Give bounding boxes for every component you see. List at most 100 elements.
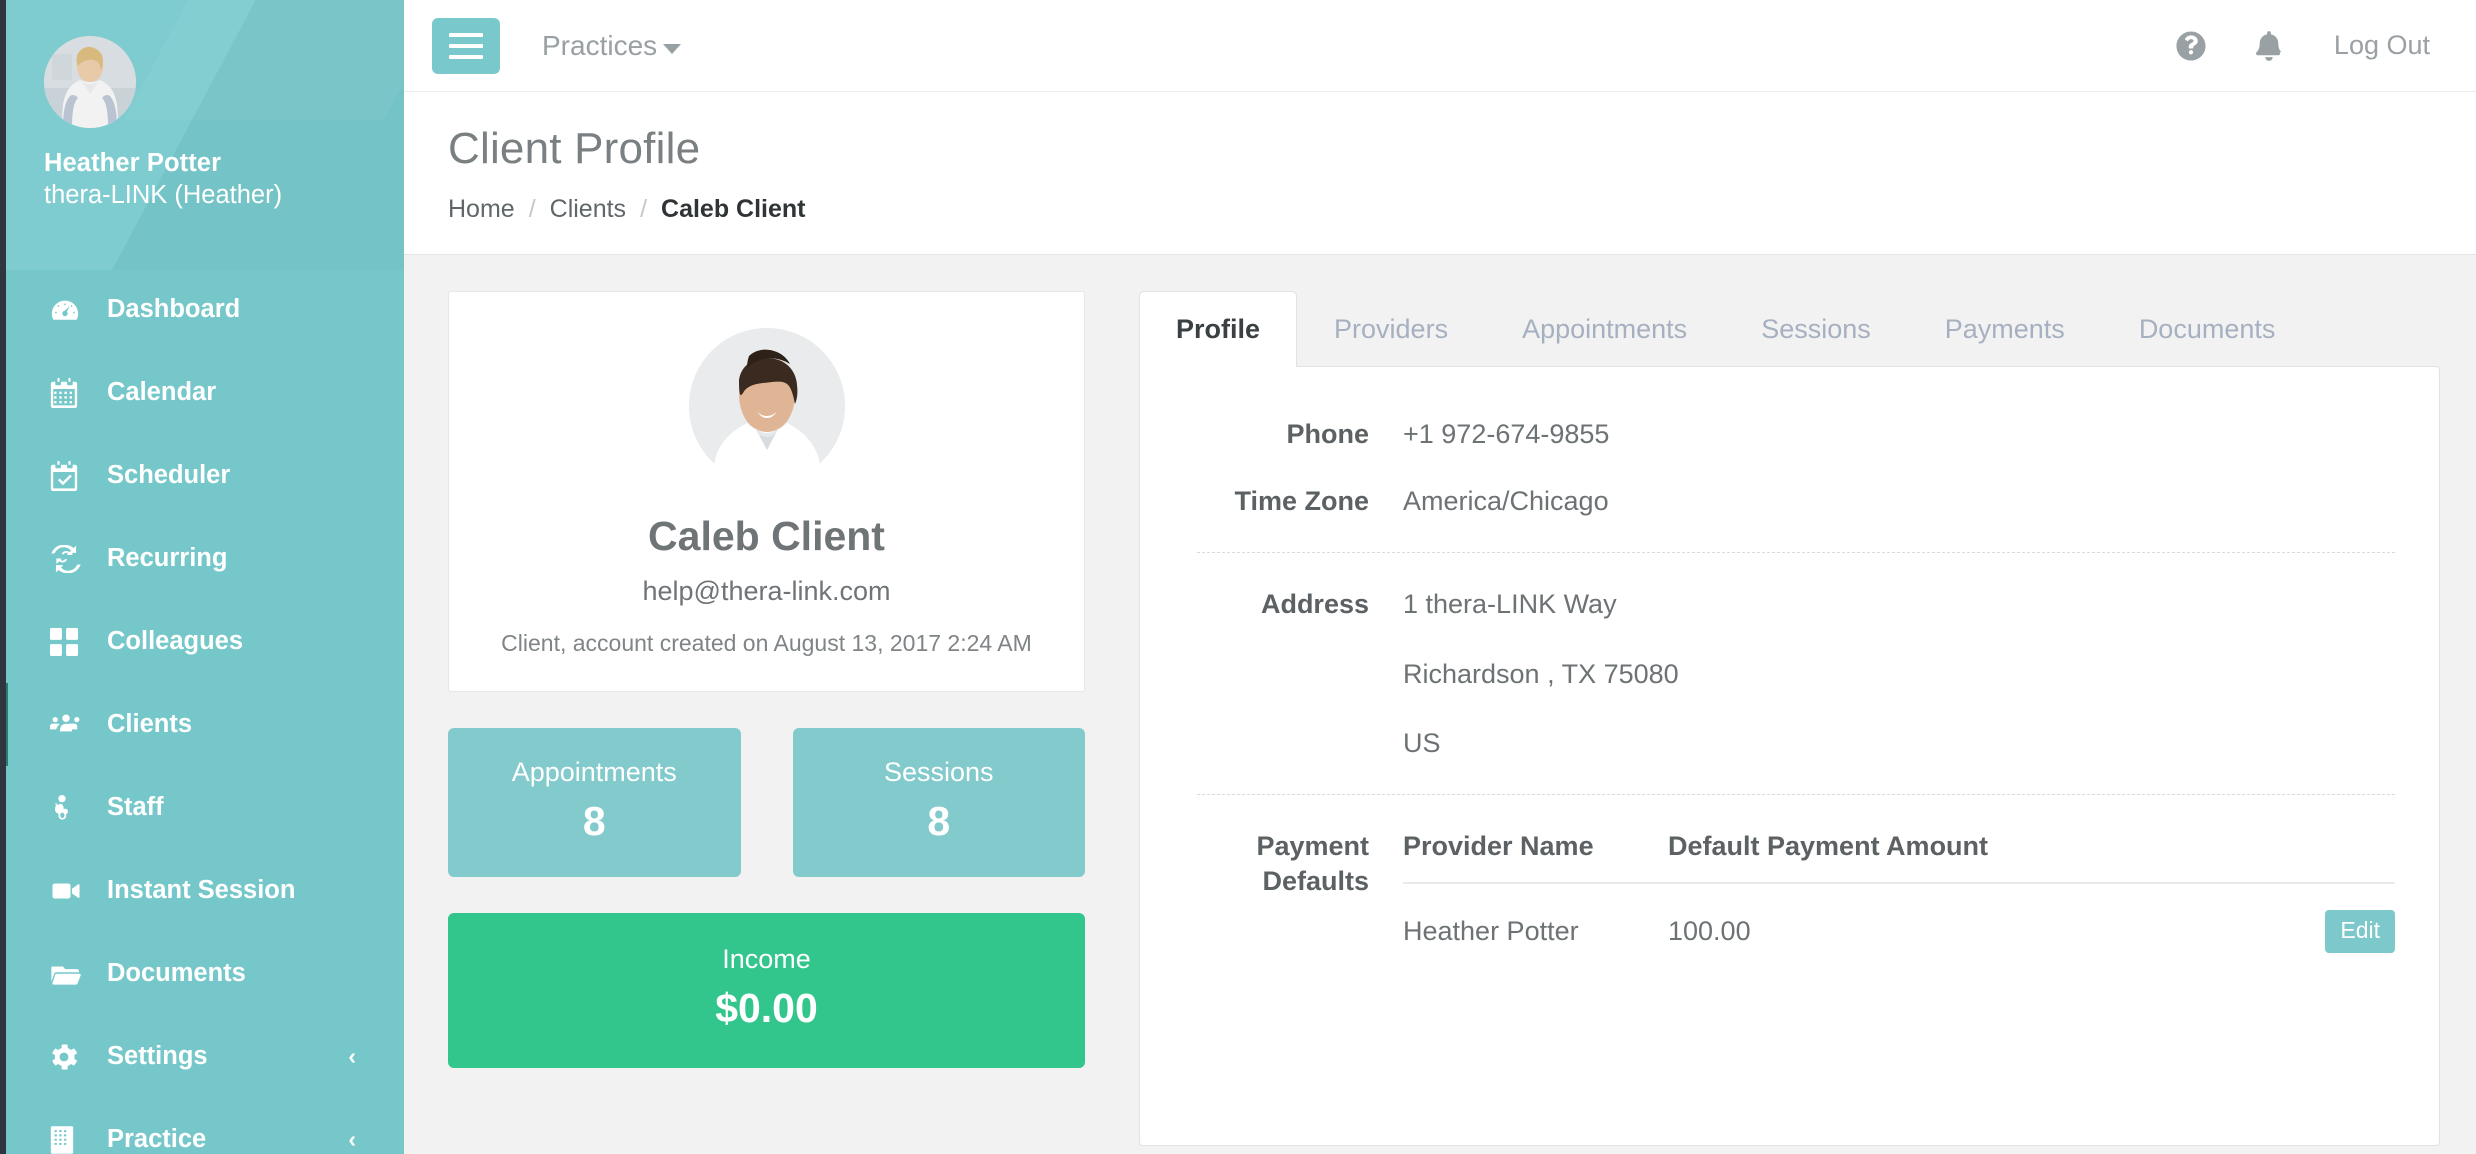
stat-value: $0.00 [715, 984, 818, 1031]
client-email: help@thera-link.com [642, 576, 891, 607]
sidebar-item-clients[interactable]: Clients [6, 683, 404, 767]
field-payment-defaults: Payment Defaults Provider Name Default P… [1140, 828, 2395, 963]
sidebar-user-practice: thera-LINK (Heather) [44, 181, 283, 210]
breadcrumb-separator: / [640, 195, 648, 224]
stat-tile-sessions[interactable]: Sessions 8 [792, 728, 1085, 877]
scheduler-icon [50, 460, 92, 491]
chevron-left-icon: ‹ [348, 1126, 356, 1153]
sidebar-item-label: Instant Session [107, 876, 296, 905]
client-name: Caleb Client [648, 513, 885, 559]
topbar: Practices Log Out [404, 0, 2476, 92]
sidebar-item-colleagues[interactable]: Colleagues [6, 600, 404, 683]
tab-bar: Profile Providers Appointments Sessions … [1139, 291, 2440, 367]
breadcrumb: Home / Clients / Caleb Client [448, 195, 2476, 224]
sidebar-item-documents[interactable]: Documents [6, 932, 404, 1015]
column-header-default-payment-amount: Default Payment Amount [1668, 828, 2168, 885]
tab-profile[interactable]: Profile [1139, 291, 1298, 367]
breadcrumb-item-home[interactable]: Home [448, 195, 515, 224]
dashboard-icon [50, 295, 92, 325]
sidebar-item-instant-session[interactable]: Instant Session [6, 849, 404, 932]
practices-dropdown[interactable]: Practices [542, 29, 682, 62]
field-spacer [1140, 452, 2395, 484]
breadcrumb-item-current: Caleb Client [661, 195, 806, 224]
sidebar-user-profile[interactable]: Heather Potter thera-LINK (Heather) [6, 0, 404, 212]
sidebar: Heather Potter thera-LINK (Heather) Dash… [0, 0, 404, 1154]
main-area: Practices Log Out Client Profile Home / … [404, 0, 2476, 1154]
field-label: Address [1260, 588, 1369, 619]
address-line: US [1403, 728, 1441, 759]
chevron-left-icon: ‹ [348, 1043, 356, 1070]
logout-button[interactable]: Log Out [2334, 30, 2430, 61]
sidebar-item-settings[interactable]: Settings ‹ [6, 1015, 404, 1098]
sidebar-item-practice[interactable]: Practice ‹ [6, 1098, 404, 1154]
table-row: Heather Potter 100.00 Edit [1403, 883, 2395, 962]
stat-tile-income[interactable]: Income $0.00 [448, 912, 1085, 1068]
hamburger-bar [449, 32, 483, 37]
field-timezone: Time Zone America/Chicago [1140, 484, 2395, 520]
tab-documents[interactable]: Documents [2102, 291, 2313, 367]
tab-appointments[interactable]: Appointments [1485, 291, 1724, 367]
app-root: Heather Potter thera-LINK (Heather) Dash… [0, 0, 2476, 1154]
stat-label: Income [722, 943, 811, 974]
stat-tile-appointments[interactable]: Appointments 8 [448, 728, 741, 877]
table-header-row: Provider Name Default Payment Amount [1403, 828, 2395, 885]
sidebar-item-staff[interactable]: Staff [6, 766, 404, 849]
sidebar-user-name: Heather Potter [44, 149, 222, 177]
profile-tab-panel: Phone +1 972-674-9855 Time Zone America/… [1139, 365, 2440, 1146]
calendar-icon [50, 377, 92, 408]
section-divider [1197, 551, 2395, 553]
hamburger-bar [449, 54, 483, 59]
folder-open-icon [50, 961, 92, 987]
address-line: 1 thera-LINK Way [1403, 588, 1617, 619]
staff-icon [50, 793, 92, 823]
sidebar-nav: Dashboard Calendar Scheduler Recurring C… [6, 268, 404, 1154]
tab-sessions[interactable]: Sessions [1724, 291, 1908, 367]
sidebar-item-calendar[interactable]: Calendar [6, 351, 404, 434]
practices-label: Practices [542, 29, 658, 61]
client-photo [688, 328, 845, 484]
hamburger-icon[interactable] [432, 17, 500, 74]
client-account-meta: Client, account created on August 13, 20… [501, 630, 1032, 657]
breadcrumb-item-clients[interactable]: Clients [550, 195, 626, 224]
building-icon [50, 1126, 92, 1154]
sidebar-item-label: Documents [107, 959, 246, 988]
field-label: Payment Defaults [1140, 829, 1403, 900]
stat-tiles: Appointments 8 Sessions 8 [448, 728, 1085, 877]
field-label: Phone [1286, 418, 1369, 449]
tab-payments[interactable]: Payments [1908, 291, 2102, 367]
chevron-down-icon [663, 43, 682, 54]
sidebar-item-label: Scheduler [107, 461, 231, 490]
sidebar-item-label: Dashboard [107, 295, 241, 324]
address-line: Richardson , TX 75080 [1403, 658, 1679, 689]
cell-actions: Edit [2168, 883, 2395, 962]
sidebar-item-label: Clients [107, 710, 193, 739]
table-head: Provider Name Default Payment Amount [1403, 828, 2395, 885]
field-value: 1 thera-LINK Way Richardson , TX 75080 U… [1403, 587, 1679, 762]
page-title: Client Profile [448, 124, 701, 173]
sidebar-item-label: Practice [107, 1125, 207, 1154]
edit-button[interactable]: Edit [2325, 910, 2395, 953]
sidebar-item-dashboard[interactable]: Dashboard [6, 268, 404, 351]
sidebar-item-recurring[interactable]: Recurring [6, 517, 404, 600]
table-body: Heather Potter 100.00 Edit [1403, 883, 2395, 962]
field-label: Time Zone [1234, 486, 1369, 517]
topbar-actions: Log Out [2152, 16, 2440, 76]
stat-value: 8 [927, 797, 951, 844]
clients-icon [50, 711, 92, 739]
page-content: Caleb Client help@thera-link.com Client,… [404, 255, 2476, 1154]
field-value: America/Chicago [1403, 486, 1609, 517]
section-divider [1197, 793, 2395, 795]
payment-defaults-label-line2: Defaults [1262, 866, 1369, 897]
hamburger-bar [449, 43, 483, 48]
recurring-icon [50, 544, 92, 573]
sidebar-item-label: Recurring [107, 544, 228, 573]
help-circle-icon[interactable] [2152, 16, 2230, 76]
payment-defaults-table-wrap: Provider Name Default Payment Amount Hea… [1403, 828, 2395, 963]
sidebar-item-label: Colleagues [107, 627, 244, 656]
tab-providers[interactable]: Providers [1297, 291, 1485, 367]
stat-label: Sessions [883, 757, 994, 788]
sidebar-item-label: Calendar [107, 378, 217, 407]
bell-icon[interactable] [2230, 16, 2308, 76]
sidebar-item-scheduler[interactable]: Scheduler [6, 434, 404, 517]
left-column: Caleb Client help@thera-link.com Client,… [448, 291, 1085, 1154]
